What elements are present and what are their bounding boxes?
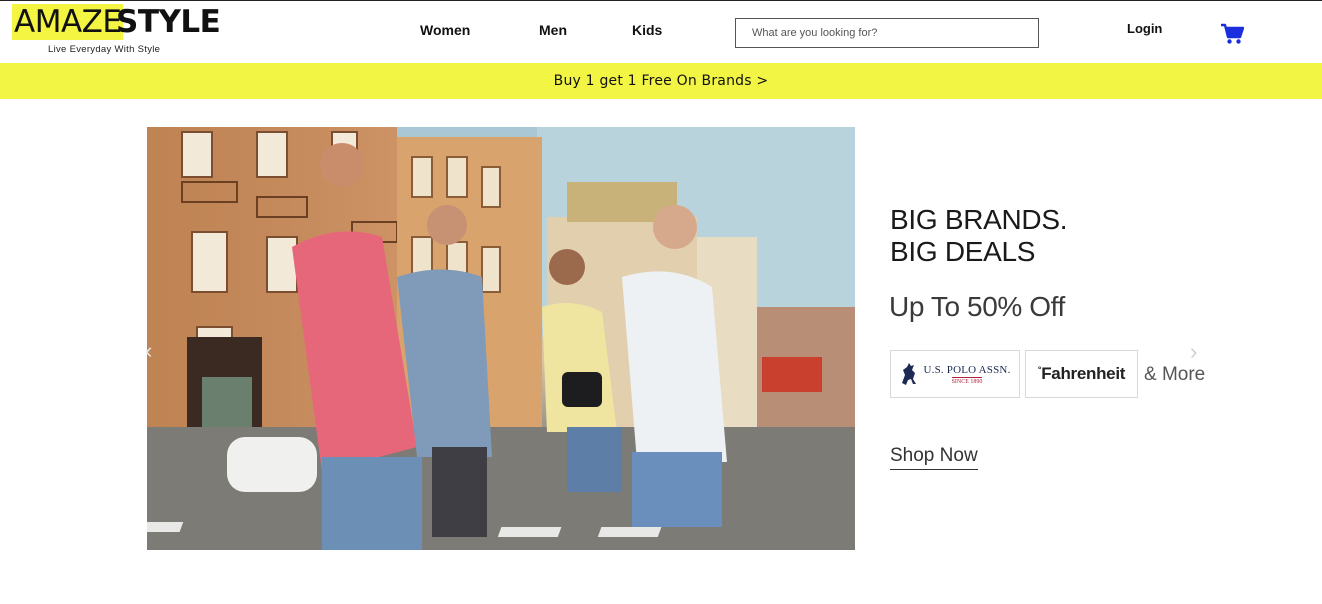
shopping-cart-icon[interactable] xyxy=(1220,23,1245,45)
nav-men[interactable]: Men xyxy=(539,21,567,39)
hero-photo-illustration xyxy=(147,127,855,550)
brand-fahrenheit[interactable]: °Fahrenheit xyxy=(1025,350,1138,398)
logo-tagline: Live Everyday With Style xyxy=(48,44,161,55)
site-header: AMAZE STYLE Live Everyday With Style Wom… xyxy=(0,0,1322,63)
hero-headline: BIG BRANDS. BIG DEALS xyxy=(890,204,1067,268)
promo-banner: Buy 1 get 1 Free On Brands > xyxy=(0,63,1322,99)
polo-horse-icon xyxy=(902,363,917,385)
hero-headline-line2: BIG DEALS xyxy=(890,236,1036,267)
hero-image[interactable] xyxy=(147,127,855,550)
shop-now-link[interactable]: Shop Now xyxy=(890,445,978,470)
fahrenheit-logo: °Fahrenheit xyxy=(1037,364,1126,383)
carousel-next-icon[interactable]: › xyxy=(1190,341,1197,363)
hero-headline-line1: BIG BRANDS. xyxy=(890,204,1068,235)
carousel-prev-icon[interactable]: ‹ xyxy=(145,340,152,362)
polo-brand-name: U.S. POLO ASSN. xyxy=(923,363,1011,376)
polo-since: SINCE 1890 xyxy=(951,376,983,385)
page: AMAZE STYLE Live Everyday With Style Wom… xyxy=(0,0,1322,604)
logo-amaze: AMAZE xyxy=(12,4,124,40)
promo-link[interactable]: Buy 1 get 1 Free On Brands > xyxy=(554,73,769,89)
nav-kids[interactable]: Kids xyxy=(632,21,662,39)
fahrenheit-brand-name: Fahrenheit xyxy=(1041,364,1126,383)
search-input[interactable] xyxy=(735,18,1039,48)
logo-style: STYLE xyxy=(116,4,221,40)
site-logo[interactable]: AMAZE STYLE Live Everyday With Style xyxy=(10,4,221,58)
login-link[interactable]: Login xyxy=(1127,21,1162,36)
hero-offer: Up To 50% Off xyxy=(889,291,1065,322)
nav-women[interactable]: Women xyxy=(420,21,470,39)
brand-us-polo[interactable]: U.S. POLO ASSN. SINCE 1890 xyxy=(890,350,1020,398)
more-brands-label: & More xyxy=(1144,364,1206,385)
us-polo-logo: U.S. POLO ASSN. SINCE 1890 xyxy=(899,361,1010,387)
